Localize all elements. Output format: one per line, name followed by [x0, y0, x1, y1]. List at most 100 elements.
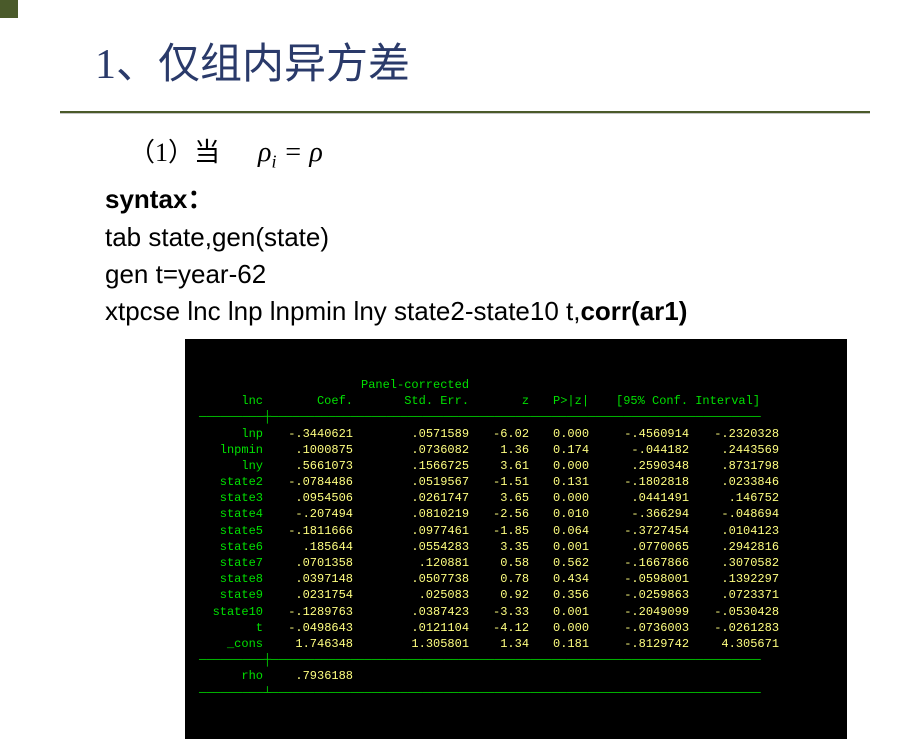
row-value: -.0498643 [267, 620, 357, 636]
row-varname: state2 [195, 474, 267, 490]
row-value: .0507738 [357, 571, 473, 587]
row-value: .0441491 [593, 490, 693, 506]
rho-label: rho [195, 668, 267, 684]
row-value: .2942816 [693, 539, 783, 555]
row-value: -.2320328 [693, 426, 783, 442]
row-value: .0387423 [357, 604, 473, 620]
table-row: _cons1.7463481.3058011.340.181-.81297424… [195, 636, 783, 652]
row-value: .0810219 [357, 506, 473, 522]
row-value: 0.064 [533, 523, 593, 539]
row-value: .146752 [693, 490, 783, 506]
rho-right: ρ [309, 137, 322, 168]
row-value: .0571589 [357, 426, 473, 442]
row-value: -3.33 [473, 604, 533, 620]
table-divider: ─────────┼──────────────────────────────… [195, 652, 783, 668]
code-line-3a: xtpcse lnc lnp lnpmin lny state2-state10… [105, 296, 580, 326]
row-value: 0.78 [473, 571, 533, 587]
table-row: lny.5661073.15667253.610.000.2590348.873… [195, 458, 783, 474]
table-row: state6.185644.05542833.350.001.0770065.2… [195, 539, 783, 555]
content-body: （1）当 ρi = ρ syntax： tab state,gen(state)… [0, 114, 920, 739]
row-varname: t [195, 620, 267, 636]
row-value: -.044182 [593, 442, 693, 458]
table-row: state8.0397148.05077380.780.434-.0598001… [195, 571, 783, 587]
subpoint-line: （1）当 ρi = ρ [129, 132, 920, 173]
row-value: .2443569 [693, 442, 783, 458]
stata-results-table: Panel-corrected lnc Coef. Std. Err. z P>… [195, 377, 783, 701]
row-varname: state8 [195, 571, 267, 587]
row-value: 3.61 [473, 458, 533, 474]
row-value: 0.000 [533, 458, 593, 474]
row-varname: state3 [195, 490, 267, 506]
row-value: -.4560914 [593, 426, 693, 442]
table-divider: ─────────┴──────────────────────────────… [195, 685, 783, 701]
table-row: t-.0498643.0121104-4.120.000-.0736003-.0… [195, 620, 783, 636]
row-value: .0736082 [357, 442, 473, 458]
row-value: -.366294 [593, 506, 693, 522]
row-value: .5661073 [267, 458, 357, 474]
row-value: .0770065 [593, 539, 693, 555]
table-row: state3.0954506.02617473.650.000.0441491.… [195, 490, 783, 506]
row-value: .1000875 [267, 442, 357, 458]
row-value: -.207494 [267, 506, 357, 522]
row-value: -.0261283 [693, 620, 783, 636]
row-value: 0.001 [533, 539, 593, 555]
row-value: .0977461 [357, 523, 473, 539]
row-value: .0231754 [267, 587, 357, 603]
table-row: state9.0231754.0250830.920.356-.0259863.… [195, 587, 783, 603]
slide-title: 1、仅组内异方差 [95, 30, 920, 91]
row-value: -.0784486 [267, 474, 357, 490]
rho-left: ρ [258, 137, 271, 168]
row-value: -2.56 [473, 506, 533, 522]
row-value: -.0530428 [693, 604, 783, 620]
row-varname: lnpmin [195, 442, 267, 458]
row-varname: lny [195, 458, 267, 474]
table-row: lnpmin.1000875.07360821.360.174-.044182.… [195, 442, 783, 458]
row-value: 0.92 [473, 587, 533, 603]
row-value: .0954506 [267, 490, 357, 506]
syntax-label: syntax： [105, 179, 920, 216]
row-value: -.8129742 [593, 636, 693, 652]
row-value: -.0259863 [593, 587, 693, 603]
table-header-row-2: lnc Coef. Std. Err. z P>|z| [95% Conf. I… [195, 393, 783, 409]
code-line-2: gen t=year-62 [105, 259, 920, 290]
row-value: -.2049099 [593, 604, 693, 620]
row-value: -.3440621 [267, 426, 357, 442]
table-row: state7.0701358.1208810.580.562-.1667866.… [195, 555, 783, 571]
rho-value: .7936188 [267, 668, 357, 684]
row-value: -.3727454 [593, 523, 693, 539]
table-row: state4-.207494.0810219-2.560.010-.366294… [195, 506, 783, 522]
row-varname: _cons [195, 636, 267, 652]
row-value: 0.001 [533, 604, 593, 620]
row-varname: state7 [195, 555, 267, 571]
row-value: .0723371 [693, 587, 783, 603]
row-value: .0121104 [357, 620, 473, 636]
row-value: .025083 [357, 587, 473, 603]
row-value: 1.305801 [357, 636, 473, 652]
row-value: -.048694 [693, 506, 783, 522]
table-row: state2-.0784486.0519567-1.510.131-.18028… [195, 474, 783, 490]
row-value: .3070582 [693, 555, 783, 571]
row-value: .8731798 [693, 458, 783, 474]
row-value: -.0736003 [593, 620, 693, 636]
subpoint-prefix: （1）当 [129, 132, 220, 169]
stata-output-terminal: Panel-corrected lnc Coef. Std. Err. z P>… [185, 339, 847, 739]
row-value: 0.174 [533, 442, 593, 458]
row-value: -1.51 [473, 474, 533, 490]
row-value: 0.000 [533, 490, 593, 506]
row-value: 1.36 [473, 442, 533, 458]
row-varname: state4 [195, 506, 267, 522]
row-value: 0.434 [533, 571, 593, 587]
row-value: 0.131 [533, 474, 593, 490]
row-value: .0554283 [357, 539, 473, 555]
row-value: 0.010 [533, 506, 593, 522]
table-divider: ─────────┼──────────────────────────────… [195, 409, 783, 425]
row-value: .0519567 [357, 474, 473, 490]
slide-accent-corner [0, 0, 18, 18]
row-value: 0.58 [473, 555, 533, 571]
row-value: 0.181 [533, 636, 593, 652]
row-value: .1392297 [693, 571, 783, 587]
row-value: .120881 [357, 555, 473, 571]
code-line-3: xtpcse lnc lnp lnpmin lny state2-state10… [105, 296, 920, 327]
row-value: 4.305671 [693, 636, 783, 652]
row-value: -1.85 [473, 523, 533, 539]
